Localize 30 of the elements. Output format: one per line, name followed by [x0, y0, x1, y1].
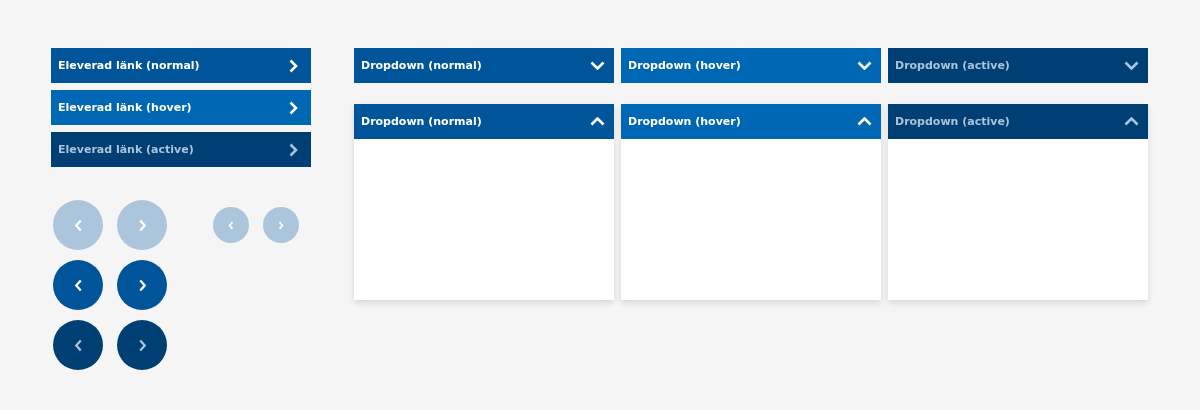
- dropdown-header[interactable]: Dropdown (hover): [621, 104, 881, 139]
- chevron-left-icon: [73, 218, 83, 232]
- chevron-down-icon: [857, 61, 872, 70]
- previous-button[interactable]: [53, 320, 103, 370]
- chevron-left-icon: [73, 278, 83, 292]
- chevron-right-icon: [289, 58, 298, 73]
- chevron-left-icon: [228, 220, 234, 230]
- dropdown[interactable]: Dropdown (hover): [621, 48, 881, 83]
- previous-button[interactable]: [53, 260, 103, 310]
- dropdown-header[interactable]: Dropdown (active): [888, 104, 1148, 139]
- chevron-right-icon: [137, 338, 147, 352]
- next-button[interactable]: [117, 320, 167, 370]
- chevron-down-icon: [590, 61, 605, 70]
- chevron-down-icon: [1124, 61, 1139, 70]
- chevron-right-icon: [137, 278, 147, 292]
- chevron-up-icon: [1124, 117, 1139, 126]
- dropdown[interactable]: Dropdown (normal): [354, 48, 614, 83]
- chevron-right-icon: [289, 142, 298, 157]
- link-bar[interactable]: Eleverad länk (active): [51, 132, 311, 167]
- chevron-left-icon: [73, 338, 83, 352]
- link-bar[interactable]: Eleverad länk (normal): [51, 48, 311, 83]
- next-button[interactable]: [117, 260, 167, 310]
- chevron-right-icon: [137, 218, 147, 232]
- dropdown-header[interactable]: Dropdown (normal): [354, 104, 614, 139]
- chevron-up-icon: [590, 117, 605, 126]
- chevron-right-icon: [289, 100, 298, 115]
- chevron-up-icon: [857, 117, 872, 126]
- chevron-right-icon: [278, 220, 284, 230]
- dropdown[interactable]: Dropdown (active): [888, 48, 1148, 83]
- link-bar[interactable]: Eleverad länk (hover): [51, 90, 311, 125]
